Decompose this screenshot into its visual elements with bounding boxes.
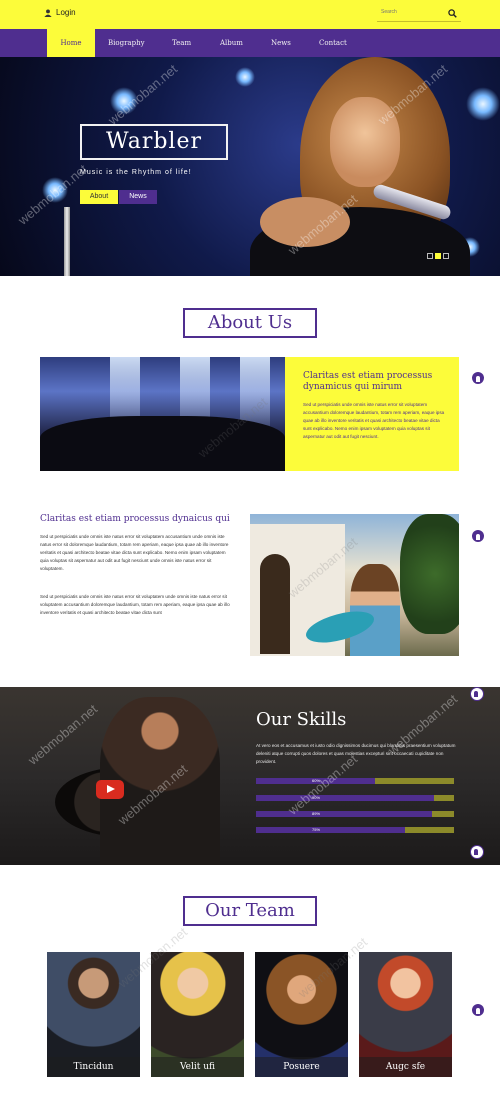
main-nav: Home Biography Team Album News Contact: [0, 29, 500, 57]
team-heading: Our Team: [183, 896, 317, 926]
side-info-icon[interactable]: [472, 372, 484, 384]
skill-bar: 89%: [256, 811, 454, 817]
user-icon: [44, 8, 52, 17]
login-label: Login: [56, 8, 76, 17]
team-member-name: Augc sfe: [359, 1057, 452, 1077]
skill-bar-fill: [256, 795, 435, 801]
about2-title: Claritas est etiam processus dynaicus qu…: [40, 514, 230, 524]
side-info-icon[interactable]: [472, 530, 484, 542]
slider-dot[interactable]: [443, 253, 449, 259]
about2-paragraph-2: Sed ut perspiciatis unde omnis iste natu…: [40, 594, 230, 615]
team-member-name: Posuere: [255, 1057, 348, 1077]
guitar-girl-image: [250, 514, 459, 656]
top-bar: Login: [0, 0, 500, 29]
tree: [400, 514, 459, 634]
stage-light: [235, 67, 255, 87]
slider-dot[interactable]: [427, 253, 433, 259]
hero-title: Warbler: [80, 124, 228, 160]
about-card: Claritas est etiam processus dynamicus q…: [285, 357, 459, 471]
team-card[interactable]: Velit ufi: [151, 952, 244, 1077]
slider-dot-active[interactable]: [435, 253, 441, 259]
about-heading: About Us: [183, 308, 317, 338]
skill-bar-label: 75%: [312, 827, 321, 832]
nav-contact[interactable]: Contact: [319, 29, 347, 57]
girl: [350, 564, 400, 656]
skill-bar-label: 89%: [312, 811, 321, 816]
side-info-icon[interactable]: [472, 1004, 484, 1016]
nav-news[interactable]: News: [271, 29, 291, 57]
watermark: webmoban.net: [25, 701, 101, 768]
search-icon[interactable]: [448, 9, 457, 18]
nav-team[interactable]: Team: [172, 29, 191, 57]
skills-heading: Our Skills: [256, 709, 347, 730]
search-input[interactable]: [381, 9, 441, 15]
team-card[interactable]: Augc sfe: [359, 952, 452, 1077]
side-info-icon[interactable]: [470, 687, 484, 701]
slider-dots: [427, 253, 449, 259]
skills-section: Our Skills At vero eos et accusamus et i…: [0, 687, 500, 865]
skill-bar-fill: [256, 811, 433, 817]
skill-bar: 60%: [256, 778, 454, 784]
hero-subtitle: Music is the Rhythm of life!: [80, 169, 192, 176]
about-card-text: Sed ut perspiciatis unde omnis iste natu…: [303, 402, 445, 439]
stage-light: [466, 87, 500, 121]
youtube-play-icon[interactable]: [96, 780, 124, 799]
nav-album[interactable]: Album: [220, 29, 243, 57]
about2-paragraph-1: Sed ut perspiciatis unde omnis iste natu…: [40, 534, 229, 571]
watermark: webmoban.net: [15, 161, 91, 228]
team-member-name: Tincidun: [47, 1057, 140, 1077]
about-card-title: Claritas est etiam processus dynamicus q…: [303, 371, 433, 392]
search-box: [377, 6, 461, 22]
mic-stand: [64, 207, 70, 276]
news-button[interactable]: News: [119, 190, 157, 204]
side-info-icon[interactable]: [470, 845, 484, 859]
team-member-name: Velit ufi: [151, 1057, 244, 1077]
nav-biography[interactable]: Biography: [108, 29, 145, 57]
crowd: [40, 416, 285, 471]
door: [260, 554, 290, 654]
about-button[interactable]: About: [80, 190, 118, 204]
skill-bar: 90%: [256, 795, 454, 801]
skill-bar-fill: [256, 827, 405, 833]
hero-banner: Warbler Music is the Rhythm of life! Abo…: [0, 57, 500, 276]
skill-bar: 75%: [256, 827, 454, 833]
login-link[interactable]: Login: [44, 8, 76, 17]
nav-home[interactable]: Home: [47, 29, 95, 57]
